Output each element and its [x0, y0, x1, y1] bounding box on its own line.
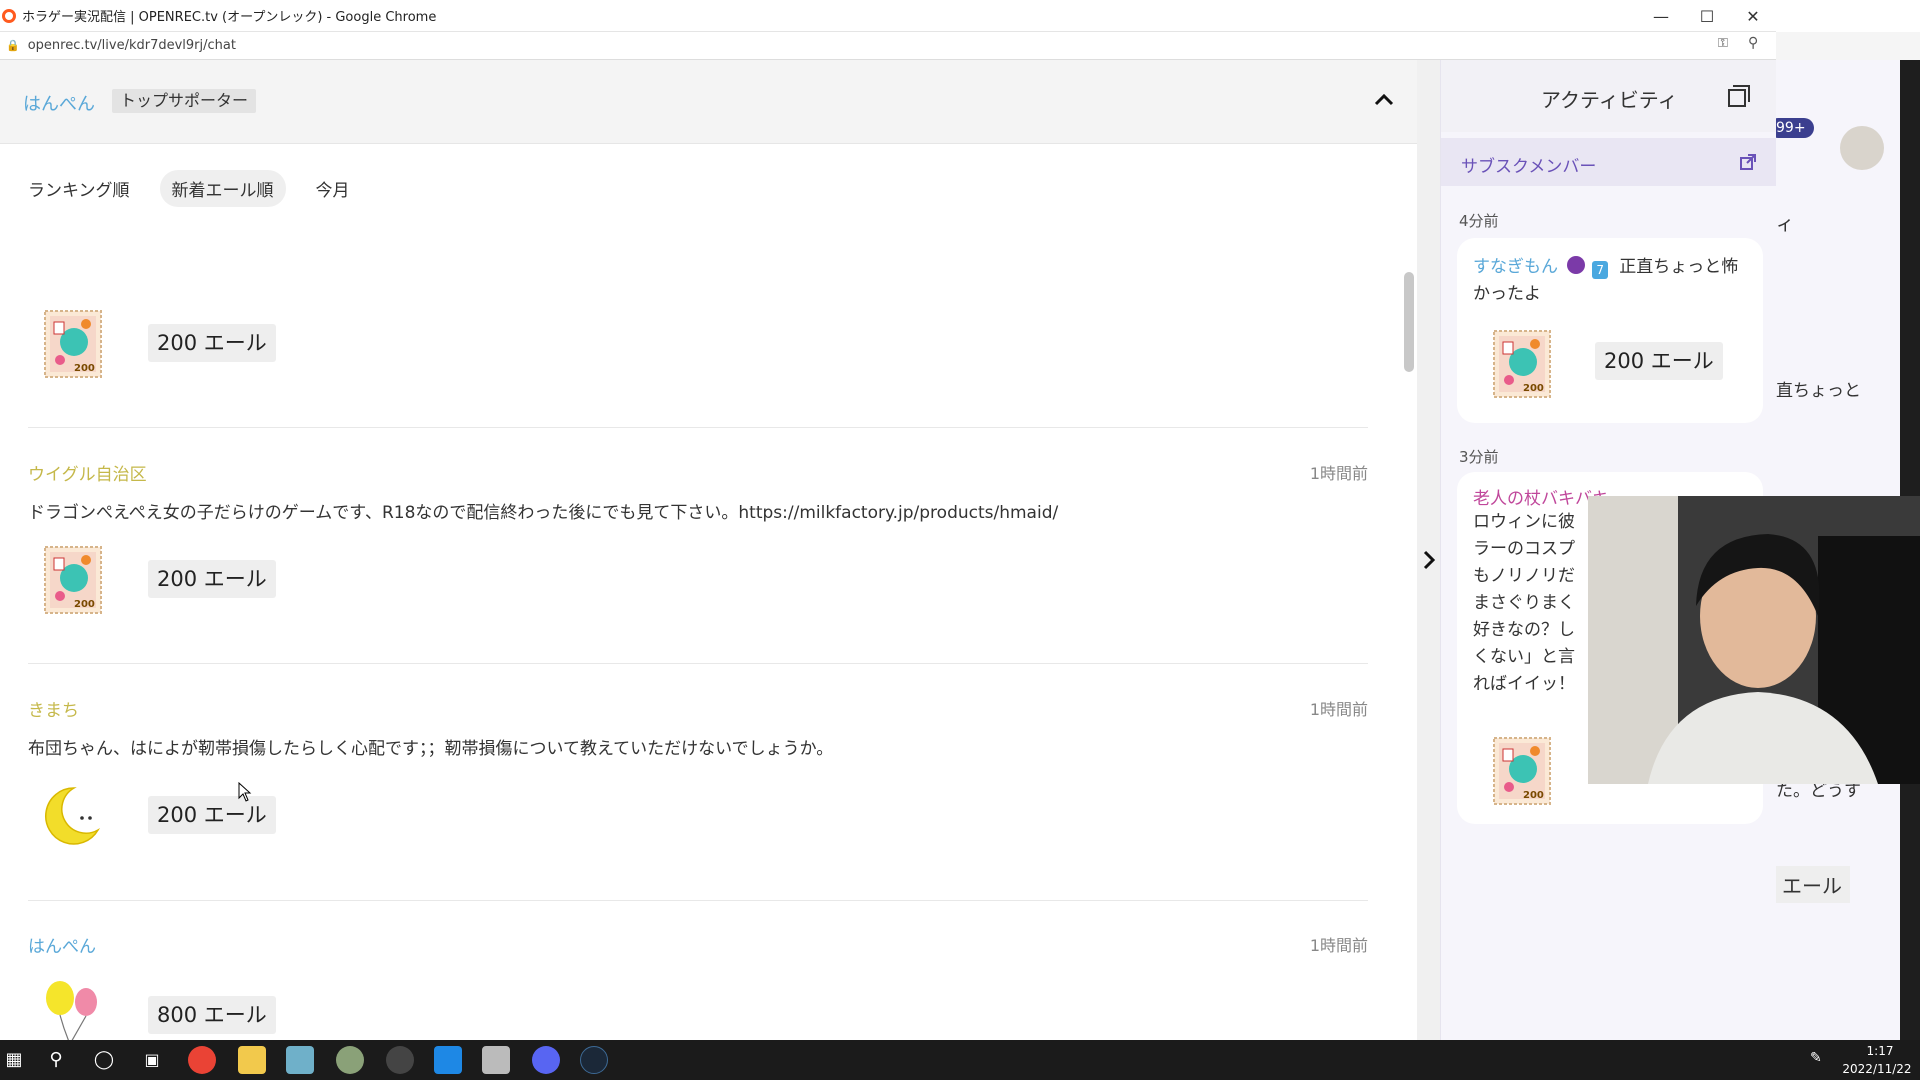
chevron-up-icon[interactable]: [1372, 88, 1396, 112]
yell-list-panel: はんぺん トップサポーター ランキング順 新着エール順 今月 200 200 エ…: [0, 60, 1417, 1040]
minimize-icon[interactable]: —: [1638, 0, 1684, 32]
popout-icon[interactable]: [1727, 84, 1751, 108]
background-title-bar: [1776, 0, 1920, 32]
yell-amount: 200 エール: [148, 324, 276, 362]
user-name[interactable]: きまち: [28, 696, 79, 721]
tab-this-month[interactable]: 今月: [304, 170, 362, 207]
timestamp: 1時間前: [1309, 700, 1368, 719]
activity-user-name[interactable]: すなぎもん: [1473, 257, 1558, 277]
devil-badge-icon: [1567, 256, 1586, 274]
timestamp: 1時間前: [1309, 936, 1368, 955]
yell-amount: 800 エール: [148, 996, 276, 1034]
divider: [28, 427, 1368, 428]
windows-taskbar: ▦ ⚲ ◯ ▣ ✎ 1:17 2022/11/22: [0, 1040, 1920, 1080]
tab-newest[interactable]: 新着エール順: [159, 169, 286, 207]
message-text: ドラゴンぺえぺえ女の子だらけのゲームです、R18なので配信終わった後にでも見て下…: [28, 503, 1059, 523]
obs-icon[interactable]: [386, 1046, 414, 1074]
address-bar[interactable]: 🔒 openrec.tv/live/kdr7devl9rj/chat ⚿ ⚲: [0, 32, 1776, 60]
file-explorer-icon[interactable]: [238, 1046, 266, 1074]
background-text-fragment: ィ: [1776, 214, 1794, 235]
chrome-icon[interactable]: [188, 1046, 216, 1074]
user-name[interactable]: はんぺん: [28, 932, 96, 957]
tab-ranking[interactable]: ランキング順: [28, 170, 142, 207]
yell-amount: 200 エール: [148, 796, 276, 834]
search-icon[interactable]: ⚲: [42, 1046, 70, 1074]
top-supporter-bar: はんぺん トップサポーター: [0, 60, 1417, 144]
stamp-200-icon: 200: [1493, 330, 1551, 398]
windows-start-icon[interactable]: ▦: [0, 1046, 28, 1074]
pen-icon[interactable]: ✎: [1810, 1050, 1822, 1066]
clock-date[interactable]: 2022/11/22: [1834, 1062, 1920, 1076]
background-address-bar: [1776, 32, 1920, 60]
background-text-fragment: 直ちょっと: [1776, 381, 1861, 401]
list-item: きまち 1時間前 布団ちゃん、はによが靭帯損傷したらしく心配です；；靭帯損傷につ…: [28, 696, 1368, 876]
maximize-icon[interactable]: ☐: [1684, 0, 1730, 32]
close-icon[interactable]: ✕: [1730, 0, 1776, 32]
openrec-favicon-icon: [2, 8, 16, 23]
sub-month-badge: 7: [1592, 261, 1609, 279]
list-item: はんぺん 1時間前 800 エール: [28, 932, 1368, 1040]
svg-text:200: 200: [1523, 790, 1544, 801]
webcam-overlay: [1588, 496, 1920, 784]
scrollbar[interactable]: [1404, 272, 1414, 372]
app-icon[interactable]: [482, 1046, 510, 1074]
subs-members-label[interactable]: サブスクメンバー: [1461, 152, 1596, 177]
svg-text:200: 200: [74, 599, 95, 610]
svg-text:200: 200: [74, 363, 95, 374]
divider: [28, 663, 1368, 664]
sort-tabs: ランキング順 新着エール順 今月: [28, 169, 380, 207]
top-supporter-badge: トップサポーター: [112, 89, 257, 113]
timestamp: 1時間前: [1309, 464, 1368, 483]
list-item: 200 200 エール: [28, 240, 1368, 400]
url-text[interactable]: openrec.tv/live/kdr7devl9rj/chat: [28, 38, 236, 53]
background-yell: エール: [1776, 866, 1850, 903]
mouse-cursor-icon: [238, 782, 252, 802]
chevron-right-icon[interactable]: [1418, 548, 1440, 572]
zoom-icon[interactable]: ⚲: [1748, 35, 1758, 51]
activity-card-body: すなぎもん 7 正直ちょっと怖かったよ: [1473, 252, 1753, 308]
activity-card: すなぎもん 7 正直ちょっと怖かったよ 200 200 エール: [1457, 238, 1763, 423]
discord-icon[interactable]: [532, 1046, 560, 1074]
activity-header: アクティビティ: [1441, 60, 1776, 132]
cortana-icon[interactable]: ◯: [90, 1046, 118, 1074]
divider: [28, 900, 1368, 901]
balloons-icon: [46, 981, 97, 1040]
svg-text:200: 200: [1523, 383, 1544, 394]
task-view-icon[interactable]: ▣: [138, 1046, 166, 1074]
activity-time: 4分前: [1459, 212, 1499, 230]
activity-time: 3分前: [1459, 448, 1499, 466]
browser-title-bar: ホラゲー実況配信 | OPENREC.tv (オープンレック) - Google…: [0, 0, 1776, 32]
message-text: 布団ちゃん、はによが靭帯損傷したらしく心配です；；靭帯損傷について教えていただけ…: [28, 739, 834, 759]
lock-icon: 🔒: [6, 39, 20, 52]
clock-time[interactable]: 1:17: [1850, 1044, 1910, 1058]
stamp-200-icon: 200: [1493, 737, 1551, 805]
app-icon[interactable]: [286, 1046, 314, 1074]
subscription-members-bar[interactable]: サブスクメンバー: [1441, 138, 1776, 186]
window-title: ホラゲー実況配信 | OPENREC.tv (オープンレック) - Google…: [22, 10, 437, 25]
yell-amount: 200 エール: [1595, 342, 1723, 380]
stamp-200-icon: 200: [44, 310, 102, 378]
crescent-moon-icon: [45, 787, 101, 845]
external-link-icon[interactable]: [1739, 153, 1757, 171]
app-icon[interactable]: [336, 1046, 364, 1074]
list-item: ウイグル自治区 1時間前 ドラゴンぺえぺえ女の子だらけのゲームです、R18なので…: [28, 460, 1368, 640]
avatar[interactable]: [1840, 126, 1884, 170]
stamp-200-icon: 200: [44, 546, 102, 614]
key-icon[interactable]: ⚿: [1718, 36, 1728, 51]
yell-amount: 200 エール: [148, 560, 276, 598]
streamer-webcam-image: [1588, 496, 1920, 784]
steam-icon[interactable]: [580, 1046, 608, 1074]
app-icon[interactable]: [434, 1046, 462, 1074]
notification-badge: 99+: [1776, 118, 1814, 138]
user-name[interactable]: ウイグル自治区: [28, 460, 147, 485]
activity-title: アクティビティ: [1541, 88, 1678, 112]
supporter-name[interactable]: はんぺん: [23, 90, 95, 116]
